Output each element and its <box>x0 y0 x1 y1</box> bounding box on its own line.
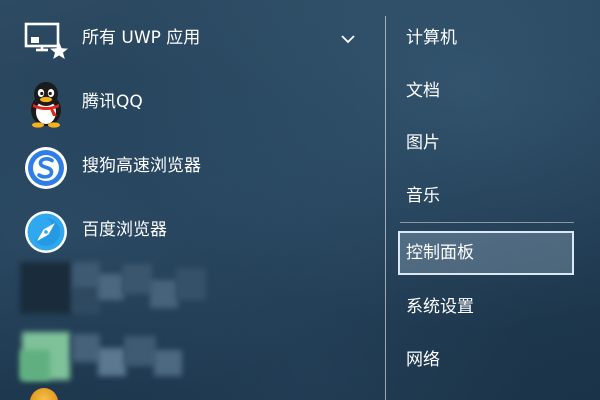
app-label: 搜狗高速浏览器 <box>82 156 201 176</box>
start-menu: 所有 UWP 应用 腾讯QQ 搜狗高速浏览器 百度浏览器 计算机 文档 图片 音… <box>0 0 600 400</box>
uwp-apps-icon <box>22 16 70 64</box>
app-item-sogou-browser[interactable]: 搜狗高速浏览器 <box>0 136 384 196</box>
place-item-computer[interactable]: 计算机 <box>398 16 574 60</box>
obscured-app-item[interactable] <box>0 326 240 386</box>
app-list: 所有 UWP 应用 腾讯QQ 搜狗高速浏览器 百度浏览器 <box>0 0 384 400</box>
place-item-documents[interactable]: 文档 <box>398 69 574 113</box>
app-label: 腾讯QQ <box>82 92 143 112</box>
qq-penguin-icon <box>22 80 70 128</box>
place-item-pictures[interactable]: 图片 <box>398 121 574 165</box>
place-item-music[interactable]: 音乐 <box>398 174 574 218</box>
app-icon-partial <box>30 388 58 400</box>
baidu-browser-icon <box>22 208 70 256</box>
all-uwp-apps-button[interactable]: 所有 UWP 应用 <box>0 8 384 68</box>
app-label: 百度浏览器 <box>82 220 167 240</box>
app-item-baidu-browser[interactable]: 百度浏览器 <box>0 200 384 260</box>
places-separator <box>400 222 574 223</box>
chevron-down-icon[interactable] <box>339 30 357 48</box>
app-item-tencent-qq[interactable]: 腾讯QQ <box>0 72 384 132</box>
place-item-control-panel[interactable]: 控制面板 <box>398 231 574 275</box>
places-list: 计算机 文档 图片 音乐 控制面板 系统设置 网络 <box>386 0 600 400</box>
place-item-system-settings[interactable]: 系统设置 <box>398 285 574 329</box>
all-uwp-apps-label: 所有 UWP 应用 <box>82 28 201 48</box>
sogou-browser-icon <box>22 144 70 192</box>
obscured-app-item[interactable] <box>0 258 240 318</box>
place-item-network[interactable]: 网络 <box>398 338 574 382</box>
